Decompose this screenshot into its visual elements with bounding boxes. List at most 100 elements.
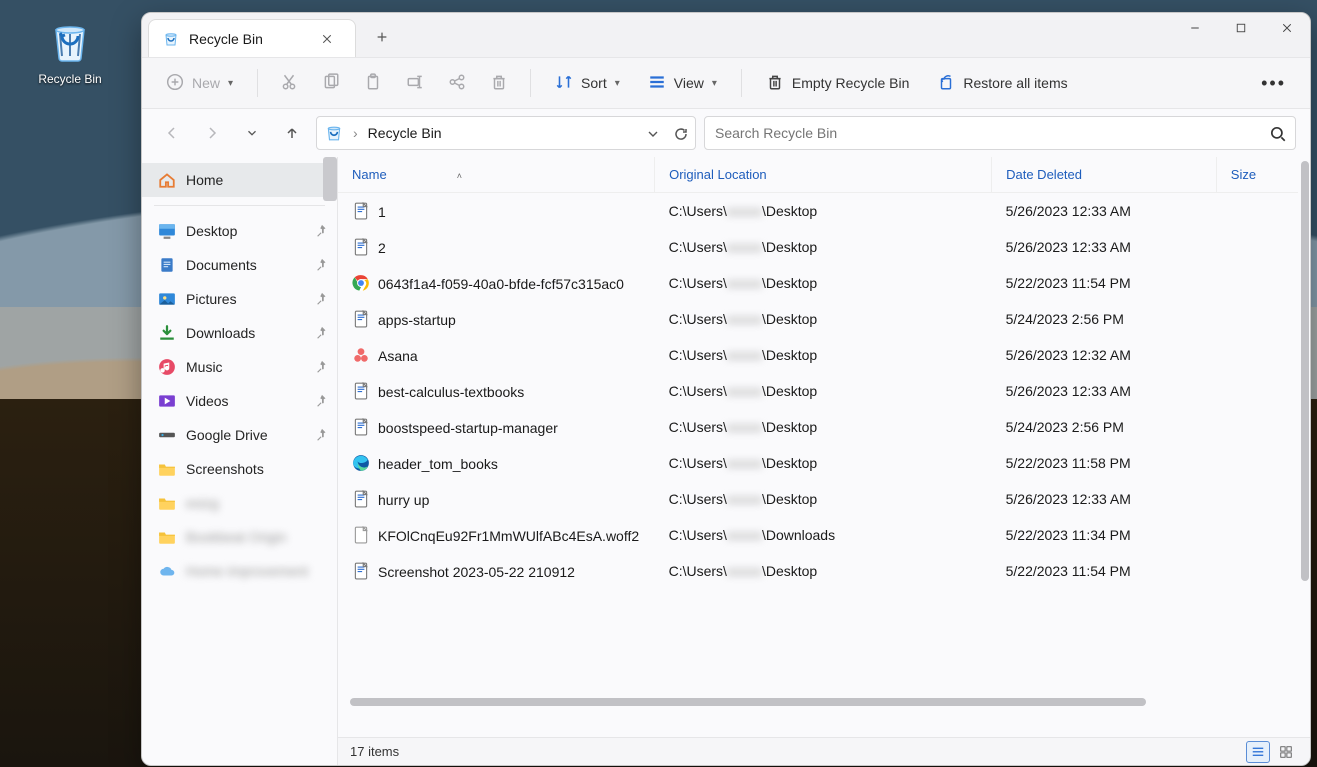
share-icon bbox=[448, 73, 466, 94]
paste-button[interactable] bbox=[356, 67, 390, 100]
view-label: View bbox=[674, 75, 704, 91]
trash-icon bbox=[490, 73, 508, 94]
cell-location: C:\Users\xxxxx\Desktop bbox=[655, 265, 992, 301]
cell-size bbox=[1216, 481, 1298, 517]
column-header-size[interactable]: Size bbox=[1216, 157, 1298, 193]
sidebar-label: Videos bbox=[186, 393, 229, 409]
delete-button[interactable] bbox=[482, 67, 516, 100]
cell-size bbox=[1216, 373, 1298, 409]
file-row[interactable]: 1C:\Users\xxxxx\Desktop5/26/2023 12:33 A… bbox=[338, 193, 1298, 230]
address-dropdown[interactable] bbox=[645, 125, 661, 141]
copy-button[interactable] bbox=[314, 67, 348, 100]
cell-name: hurry up bbox=[338, 481, 655, 517]
cell-name: boostspeed-startup-manager bbox=[338, 409, 655, 445]
sort-button[interactable]: Sort ▾ bbox=[545, 67, 630, 100]
cell-name: 0643f1a4-f059-40a0-bfde-fcf57c315ac0 bbox=[338, 265, 655, 301]
file-row[interactable]: best-calculus-textbooksC:\Users\xxxxx\De… bbox=[338, 373, 1298, 409]
recent-button[interactable] bbox=[236, 117, 268, 149]
file-icon bbox=[352, 310, 368, 326]
recycle-bin-icon bbox=[325, 124, 343, 142]
cell-name: KFOlCnqEu92Fr1MmWUlfABc4EsA.woff2 bbox=[338, 517, 655, 553]
cell-date: 5/26/2023 12:33 AM bbox=[992, 481, 1217, 517]
tab-recycle-bin[interactable]: Recycle Bin bbox=[148, 19, 356, 57]
cell-date: 5/22/2023 11:58 PM bbox=[992, 445, 1217, 481]
new-button[interactable]: New ▾ bbox=[156, 67, 243, 100]
desktop-icon bbox=[158, 222, 176, 240]
recycle-bin-icon bbox=[50, 20, 90, 68]
sidebar-item[interactable]: Documents bbox=[142, 248, 337, 282]
cell-size bbox=[1216, 553, 1298, 589]
file-icon bbox=[352, 238, 368, 254]
column-header-original-location[interactable]: Original Location bbox=[655, 157, 992, 193]
restore-all-button[interactable]: Restore all items bbox=[927, 67, 1077, 100]
sidebar-item[interactable]: esizg bbox=[142, 486, 337, 520]
desktop-recycle-bin[interactable]: Recycle Bin bbox=[30, 20, 110, 86]
cell-date: 5/26/2023 12:32 AM bbox=[992, 337, 1217, 373]
cell-size bbox=[1216, 409, 1298, 445]
cell-size bbox=[1216, 517, 1298, 553]
rename-button[interactable] bbox=[398, 67, 432, 100]
file-row[interactable]: header_tom_booksC:\Users\xxxxx\Desktop5/… bbox=[338, 445, 1298, 481]
sidebar-item[interactable]: Bookbeat Origin bbox=[142, 520, 337, 554]
search-input[interactable] bbox=[715, 125, 1269, 141]
sidebar-home[interactable]: Home bbox=[142, 163, 337, 197]
file-row[interactable]: 2C:\Users\xxxxx\Desktop5/26/2023 12:33 A… bbox=[338, 229, 1298, 265]
cell-location: C:\Users\xxxxx\Desktop bbox=[655, 337, 992, 373]
folder-icon bbox=[158, 528, 176, 546]
back-button[interactable] bbox=[156, 117, 188, 149]
file-row[interactable]: AsanaC:\Users\xxxxx\Desktop5/26/2023 12:… bbox=[338, 337, 1298, 373]
maximize-button[interactable] bbox=[1218, 13, 1264, 43]
minimize-button[interactable] bbox=[1172, 13, 1218, 43]
sidebar-item[interactable]: Pictures bbox=[142, 282, 337, 316]
sidebar-item[interactable]: Downloads bbox=[142, 316, 337, 350]
scrollbar-thumb[interactable] bbox=[1301, 161, 1309, 581]
file-row[interactable]: hurry upC:\Users\xxxxx\Desktop5/26/2023 … bbox=[338, 481, 1298, 517]
sidebar-item[interactable]: Home improvement bbox=[142, 554, 337, 588]
file-icon bbox=[352, 562, 368, 578]
sidebar-item[interactable]: Google Drive bbox=[142, 418, 337, 452]
address-bar[interactable]: › Recycle Bin bbox=[316, 116, 696, 150]
sidebar-item[interactable]: Videos bbox=[142, 384, 337, 418]
desktop-icon-label: Recycle Bin bbox=[30, 72, 110, 86]
trash-icon bbox=[766, 73, 784, 94]
pin-icon bbox=[315, 258, 329, 272]
refresh-button[interactable] bbox=[673, 125, 689, 141]
rename-icon bbox=[406, 73, 424, 94]
new-tab-button[interactable] bbox=[364, 19, 400, 55]
sidebar-label: Pictures bbox=[186, 291, 237, 307]
cell-name: Screenshot 2023-05-22 210912 bbox=[338, 553, 655, 589]
share-button[interactable] bbox=[440, 67, 474, 100]
file-row[interactable]: 0643f1a4-f059-40a0-bfde-fcf57c315ac0C:\U… bbox=[338, 265, 1298, 301]
scrollbar-thumb[interactable] bbox=[350, 698, 1146, 706]
more-button[interactable]: ••• bbox=[1251, 69, 1296, 98]
close-tab-button[interactable] bbox=[313, 25, 341, 53]
close-button[interactable] bbox=[1264, 13, 1310, 43]
scrollbar-thumb[interactable] bbox=[323, 157, 337, 201]
file-icon bbox=[352, 526, 368, 542]
horizontal-scrollbar[interactable] bbox=[350, 697, 1296, 707]
file-row[interactable]: boostspeed-startup-managerC:\Users\xxxxx… bbox=[338, 409, 1298, 445]
vertical-scrollbar[interactable] bbox=[1300, 161, 1310, 693]
forward-button[interactable] bbox=[196, 117, 228, 149]
nav-row: › Recycle Bin bbox=[142, 109, 1310, 157]
cell-date: 5/26/2023 12:33 AM bbox=[992, 373, 1217, 409]
sidebar-item[interactable]: Desktop bbox=[142, 214, 337, 248]
search-box[interactable] bbox=[704, 116, 1296, 150]
column-header-name[interactable]: Name˄ bbox=[338, 157, 655, 193]
view-icon bbox=[648, 73, 666, 94]
empty-recycle-bin-button[interactable]: Empty Recycle Bin bbox=[756, 67, 919, 100]
sidebar-label: Documents bbox=[186, 257, 257, 273]
details-view-button[interactable] bbox=[1246, 741, 1270, 763]
nav-pane: Home Desktop Documents Pictures DownloadsMu… bbox=[142, 157, 338, 765]
large-icons-view-button[interactable] bbox=[1274, 741, 1298, 763]
plus-icon bbox=[166, 73, 184, 94]
up-button[interactable] bbox=[276, 117, 308, 149]
sidebar-item[interactable]: Music bbox=[142, 350, 337, 384]
file-row[interactable]: apps-startupC:\Users\xxxxx\Desktop5/24/2… bbox=[338, 301, 1298, 337]
view-button[interactable]: View ▾ bbox=[638, 67, 727, 100]
column-header-date-deleted[interactable]: Date Deleted bbox=[992, 157, 1217, 193]
file-row[interactable]: KFOlCnqEu92Fr1MmWUlfABc4EsA.woff2C:\User… bbox=[338, 517, 1298, 553]
cut-button[interactable] bbox=[272, 67, 306, 100]
sidebar-item[interactable]: Screenshots bbox=[142, 452, 337, 486]
file-row[interactable]: Screenshot 2023-05-22 210912C:\Users\xxx… bbox=[338, 553, 1298, 589]
